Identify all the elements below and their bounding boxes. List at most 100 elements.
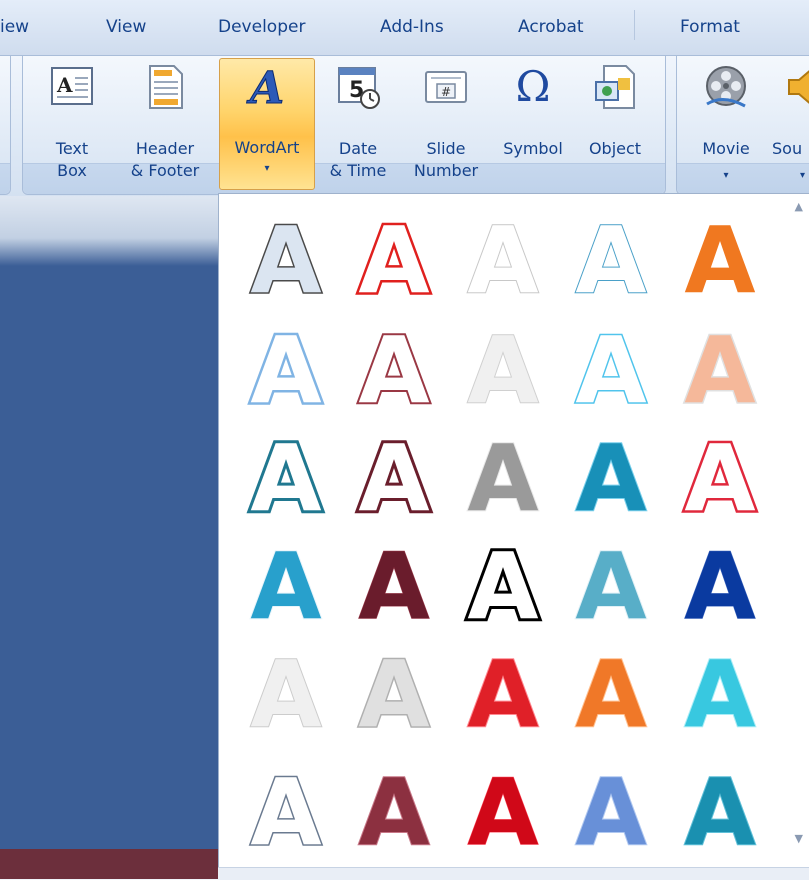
slide-area-top-band: [0, 196, 218, 266]
date-time-button[interactable]: 5 Date & Time: [320, 60, 396, 188]
tab-review[interactable]: iew: [0, 17, 29, 37]
wordart-style-18[interactable]: A: [453, 530, 553, 643]
header-footer-button[interactable]: Header & Footer: [116, 60, 214, 188]
wordart-style-30[interactable]: A: [670, 758, 770, 867]
text-box-button[interactable]: A Text Box: [36, 60, 108, 188]
wordart-button[interactable]: A WordArt ▾: [219, 58, 315, 190]
slide-editing-area: [0, 196, 218, 879]
wordart-letter-icon: A: [574, 206, 647, 315]
wordart-letter-icon: A: [574, 640, 647, 749]
svg-text:A: A: [467, 760, 538, 860]
wordart-letter-icon: A: [358, 533, 430, 641]
gallery-scroll-up-icon[interactable]: ▲: [795, 200, 803, 213]
slide-number-icon: #: [425, 71, 467, 103]
tab-separator: [634, 10, 635, 40]
wordart-style-10[interactable]: A: [670, 316, 770, 426]
symbol-label: Symbol: [503, 139, 563, 158]
svg-text:A: A: [684, 208, 755, 308]
tab-developer[interactable]: Developer: [218, 17, 305, 37]
wordart-style-15[interactable]: A: [670, 423, 770, 535]
wordart-style-19[interactable]: A: [561, 532, 661, 641]
svg-text:A: A: [358, 642, 429, 742]
wordart-style-14[interactable]: A: [561, 424, 661, 533]
tab-view[interactable]: View: [106, 17, 146, 37]
omega-icon: Ω: [515, 62, 551, 111]
wordart-letter-icon: A: [683, 316, 757, 426]
wordart-style-4[interactable]: A: [561, 206, 661, 315]
wordart-style-26[interactable]: A: [236, 758, 336, 868]
header-footer-icon: [149, 65, 183, 109]
wordart-style-28[interactable]: A: [453, 759, 553, 867]
wordart-style-22[interactable]: A: [344, 640, 444, 750]
wordart-style-27[interactable]: A: [344, 758, 444, 867]
wordart-letter-icon: A: [574, 532, 647, 641]
wordart-style-29[interactable]: A: [561, 758, 661, 867]
svg-text:A: A: [684, 534, 755, 634]
header-footer-label-1: Header: [135, 139, 195, 158]
wordart-letter-icon: A: [683, 640, 756, 749]
text-box-label-1: Text: [55, 139, 89, 158]
wordart-letter-icon: A: [466, 424, 539, 533]
wordart-style-11[interactable]: A: [236, 422, 336, 535]
wordart-style-5[interactable]: A: [670, 206, 770, 315]
svg-text:#: #: [441, 85, 451, 99]
ribbon-panel: A Text Box Header & Footer A WordArt ▾ 5…: [0, 56, 809, 196]
calendar-clock-icon: 5: [338, 67, 380, 109]
wordart-style-13[interactable]: A: [453, 424, 553, 533]
tab-add-ins[interactable]: Add-Ins: [380, 17, 444, 37]
wordart-letter-icon: A: [464, 530, 541, 643]
object-label: Object: [588, 139, 642, 158]
wordart-letter-icon: A: [467, 759, 539, 867]
gallery-scroll-down-icon[interactable]: ▼: [795, 832, 803, 845]
svg-text:A: A: [250, 642, 321, 742]
wordart-letter-icon: A: [356, 315, 431, 426]
svg-text:A: A: [250, 760, 321, 860]
wordart-letter-icon: A: [249, 758, 323, 868]
wordart-style-17[interactable]: A: [344, 533, 444, 641]
svg-text:A: A: [684, 642, 755, 742]
wordart-style-2[interactable]: A: [344, 205, 444, 317]
wordart-style-16[interactable]: A: [236, 532, 336, 641]
wordart-style-20[interactable]: A: [670, 533, 770, 641]
wordart-style-8[interactable]: A: [453, 316, 553, 425]
sound-button[interactable]: Sou ▾: [770, 60, 809, 188]
wordart-style-7[interactable]: A: [344, 315, 444, 426]
text-box-icon: A: [51, 67, 93, 105]
movie-dropdown-arrow-icon: ▾: [723, 170, 729, 181]
svg-text:A: A: [575, 534, 646, 634]
wordart-style-9[interactable]: A: [561, 316, 661, 426]
wordart-dropdown-arrow-icon: ▾: [264, 163, 270, 174]
wordart-style-23[interactable]: A: [453, 640, 553, 749]
tab-format[interactable]: Format: [680, 17, 740, 37]
symbol-button[interactable]: Ω Symbol: [494, 60, 572, 188]
wordart-style-12[interactable]: A: [344, 422, 444, 535]
svg-text:A: A: [575, 760, 646, 860]
slide-number-button[interactable]: # Slide Number: [402, 60, 490, 188]
svg-text:A: A: [358, 426, 429, 526]
tab-acrobat[interactable]: Acrobat: [518, 17, 584, 37]
svg-text:A: A: [358, 760, 429, 860]
ribbon-group-previous: [0, 56, 11, 195]
svg-text:A: A: [684, 426, 755, 526]
svg-text:A: A: [467, 642, 538, 742]
wordart-style-1[interactable]: A: [236, 206, 336, 316]
wordart-icon: A: [246, 63, 285, 109]
wordart-style-6[interactable]: A: [236, 315, 336, 427]
wordart-letter-icon: A: [683, 758, 756, 867]
object-button[interactable]: Object: [576, 60, 654, 188]
header-footer-label-2: & Footer: [130, 161, 200, 180]
wordart-style-25[interactable]: A: [670, 640, 770, 749]
gallery-bottom-edge: [218, 867, 809, 880]
wordart-style-3[interactable]: A: [453, 206, 553, 315]
wordart-letter-icon: A: [249, 206, 323, 316]
svg-text:A: A: [358, 318, 429, 418]
movie-button[interactable]: Movie ▾: [686, 60, 766, 188]
wordart-letter-icon: A: [466, 206, 539, 315]
wordart-style-21[interactable]: A: [236, 640, 336, 749]
slide-number-label-2: Number: [413, 161, 479, 180]
wordart-letter-icon: A: [574, 758, 647, 867]
svg-text:A: A: [250, 208, 321, 308]
wordart-letter-icon: A: [683, 206, 756, 315]
wordart-style-24[interactable]: A: [561, 640, 661, 749]
object-icon: [595, 65, 635, 109]
